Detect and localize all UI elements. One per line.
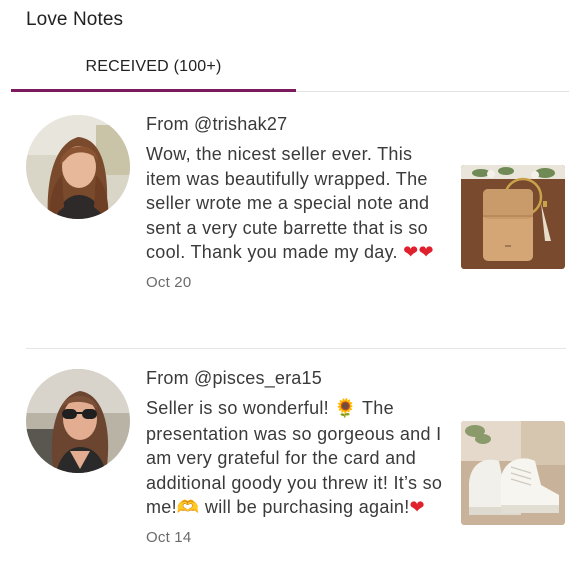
- note-message: Wow, the nicest seller ever. This item w…: [146, 142, 446, 266]
- sunflower-icon: 🌻: [334, 398, 357, 419]
- active-tab-indicator: [11, 89, 296, 92]
- note-sender[interactable]: From @pisces_era15: [146, 366, 446, 390]
- note-sender[interactable]: From @trishak27: [146, 112, 446, 136]
- note-date: Oct 20: [146, 273, 192, 291]
- notes-divider: [26, 348, 566, 349]
- page-title: Love Notes: [26, 9, 124, 30]
- product-thumbnail[interactable]: [461, 421, 565, 525]
- note-message-text: will be purchasing again!: [199, 497, 410, 518]
- tab-bar: RECEIVED (100+): [0, 44, 580, 94]
- love-note-body: From @pisces_era15 Seller is so wonderfu…: [146, 366, 446, 546]
- heart-icon: ❤: [409, 497, 425, 519]
- love-note-item: From @trishak27 Wow, the nicest seller e…: [0, 112, 580, 337]
- love-notes-page: Love Notes RECEIVED (100+) From @trishak…: [0, 0, 580, 580]
- product-thumbnail[interactable]: [461, 165, 565, 269]
- love-note-body: From @trishak27 Wow, the nicest seller e…: [146, 112, 446, 291]
- avatar[interactable]: [26, 115, 130, 219]
- heart-hands-icon: 🫶: [176, 497, 200, 519]
- note-message-text: Wow, the nicest seller ever. This item w…: [146, 144, 430, 263]
- avatar[interactable]: [26, 369, 130, 473]
- note-date: Oct 14: [146, 528, 192, 546]
- tab-received[interactable]: RECEIVED (100+): [11, 44, 296, 90]
- note-message-text: Seller is so wonderful!: [146, 398, 335, 418]
- heart-icon: ❤❤: [403, 242, 434, 264]
- note-message: Seller is so wonderful! 🌻 The presentati…: [146, 396, 446, 521]
- sneakers-product-icon: [461, 421, 565, 525]
- love-note-item: From @pisces_era15 Seller is so wonderfu…: [0, 366, 580, 580]
- wristlet-product-icon: [461, 165, 565, 269]
